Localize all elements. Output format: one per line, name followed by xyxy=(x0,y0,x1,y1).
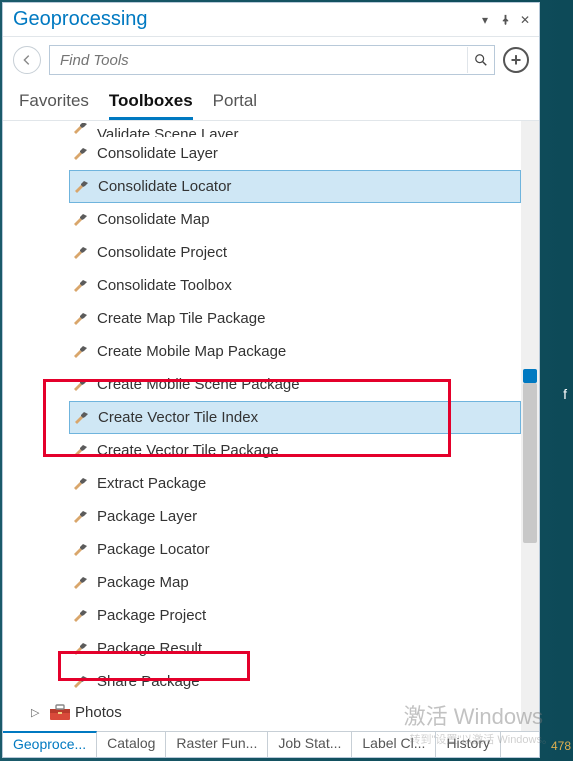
hammer-icon xyxy=(71,343,89,361)
bottom-tab[interactable]: History xyxy=(436,732,501,757)
search-icon[interactable] xyxy=(467,47,493,73)
hammer-icon xyxy=(71,673,89,691)
tool-item[interactable]: Consolidate Layer xyxy=(3,137,521,170)
tool-item[interactable]: Package Result xyxy=(3,632,521,665)
hammer-icon xyxy=(71,541,89,559)
scrollbar[interactable] xyxy=(521,121,539,731)
background-number: 478 xyxy=(551,739,571,753)
tab-toolboxes[interactable]: Toolboxes xyxy=(109,87,193,120)
pin-icon[interactable] xyxy=(497,12,513,28)
toolbox-folder[interactable]: ▷ Photos xyxy=(3,698,521,726)
tool-item[interactable]: Extract Package xyxy=(3,467,521,500)
tab-portal[interactable]: Portal xyxy=(213,87,257,120)
tool-item[interactable]: Package Locator xyxy=(3,533,521,566)
tool-item[interactable]: Consolidate Toolbox xyxy=(3,269,521,302)
hammer-icon xyxy=(71,123,89,137)
search-wrap xyxy=(49,45,495,75)
tool-label: Consolidate Map xyxy=(97,211,210,228)
tool-label: Create Map Tile Package xyxy=(97,310,265,327)
tool-label: Create Vector Tile Index xyxy=(98,409,258,426)
tool-item[interactable]: Create Mobile Map Package xyxy=(3,335,521,368)
hammer-icon xyxy=(71,277,89,295)
pane-title: Geoprocessing xyxy=(13,8,477,31)
bottom-tab[interactable]: Label Cl... xyxy=(352,732,436,757)
hammer-icon xyxy=(71,640,89,658)
tool-label: Package Project xyxy=(97,607,206,624)
tool-item[interactable]: Create Vector Tile Index xyxy=(69,401,521,434)
tool-label: Create Vector Tile Package xyxy=(97,442,279,459)
tool-label: Consolidate Locator xyxy=(98,178,231,195)
tool-item-truncated[interactable]: Validate Scene Layer xyxy=(3,123,521,137)
tool-label: Package Locator xyxy=(97,541,210,558)
hammer-icon xyxy=(71,145,89,163)
tool-item[interactable]: Create Vector Tile Package xyxy=(3,434,521,467)
tool-label: Extract Package xyxy=(97,475,206,492)
hammer-icon xyxy=(71,574,89,592)
geoprocessing-pane: Geoprocessing ▾ ✕ + Favorites Toolboxes … xyxy=(2,2,540,758)
expander-icon[interactable]: ▷ xyxy=(31,706,45,719)
bottom-tab[interactable]: Raster Fun... xyxy=(166,732,268,757)
hammer-icon xyxy=(71,244,89,262)
hammer-icon xyxy=(72,409,90,427)
tool-item[interactable]: Package Project xyxy=(3,599,521,632)
tool-label: Consolidate Toolbox xyxy=(97,277,232,294)
titlebar: Geoprocessing ▾ ✕ xyxy=(3,3,539,37)
tool-item[interactable]: Package Map xyxy=(3,566,521,599)
tool-item[interactable]: Create Mobile Scene Package xyxy=(3,368,521,401)
hammer-icon xyxy=(71,607,89,625)
bottom-tab[interactable]: Job Stat... xyxy=(268,732,352,757)
bottom-tab-strip: Geoproce...CatalogRaster Fun...Job Stat.… xyxy=(3,731,539,757)
hammer-icon xyxy=(71,475,89,493)
search-input[interactable] xyxy=(49,45,495,75)
bottom-tab-geoprocessing[interactable]: Geoproce... xyxy=(3,731,97,757)
tab-strip: Favorites Toolboxes Portal xyxy=(3,83,539,120)
hammer-icon xyxy=(71,376,89,394)
tool-item[interactable]: Consolidate Locator xyxy=(69,170,521,203)
back-button[interactable] xyxy=(13,46,41,74)
tool-item[interactable]: Consolidate Map xyxy=(3,203,521,236)
tool-label: Consolidate Project xyxy=(97,244,227,261)
bottom-tab[interactable]: Catalog xyxy=(97,732,166,757)
tool-label: Create Mobile Scene Package xyxy=(97,376,300,393)
search-row: + xyxy=(3,37,539,83)
tab-favorites[interactable]: Favorites xyxy=(19,87,89,120)
tool-label: Package Map xyxy=(97,574,189,591)
folder-label: Photos xyxy=(75,704,122,721)
hammer-icon xyxy=(71,442,89,460)
toolbox-icon xyxy=(49,703,71,721)
toolbox-folder[interactable]: ▷Projections and Transformations xyxy=(3,726,521,731)
tool-label: Validate Scene Layer xyxy=(97,126,238,137)
tool-label: Create Mobile Map Package xyxy=(97,343,286,360)
hammer-icon xyxy=(71,310,89,328)
tool-item[interactable]: Package Layer xyxy=(3,500,521,533)
tool-label: Consolidate Layer xyxy=(97,145,218,162)
tool-item[interactable]: Share Package xyxy=(3,665,521,698)
tool-label: Package Result xyxy=(97,640,202,657)
background-letter: f xyxy=(563,386,567,402)
close-icon[interactable]: ✕ xyxy=(517,12,533,28)
tool-tree: Validate Scene Layer Consolidate Layer Con… xyxy=(3,120,539,731)
menu-dropdown-icon[interactable]: ▾ xyxy=(477,12,493,28)
hammer-icon xyxy=(71,508,89,526)
tool-label: Package Layer xyxy=(97,508,197,525)
hammer-icon xyxy=(71,211,89,229)
tool-item[interactable]: Consolidate Project xyxy=(3,236,521,269)
tool-label: Share Package xyxy=(97,673,200,690)
hammer-icon xyxy=(72,178,90,196)
add-button[interactable]: + xyxy=(503,47,529,73)
tool-item[interactable]: Create Map Tile Package xyxy=(3,302,521,335)
